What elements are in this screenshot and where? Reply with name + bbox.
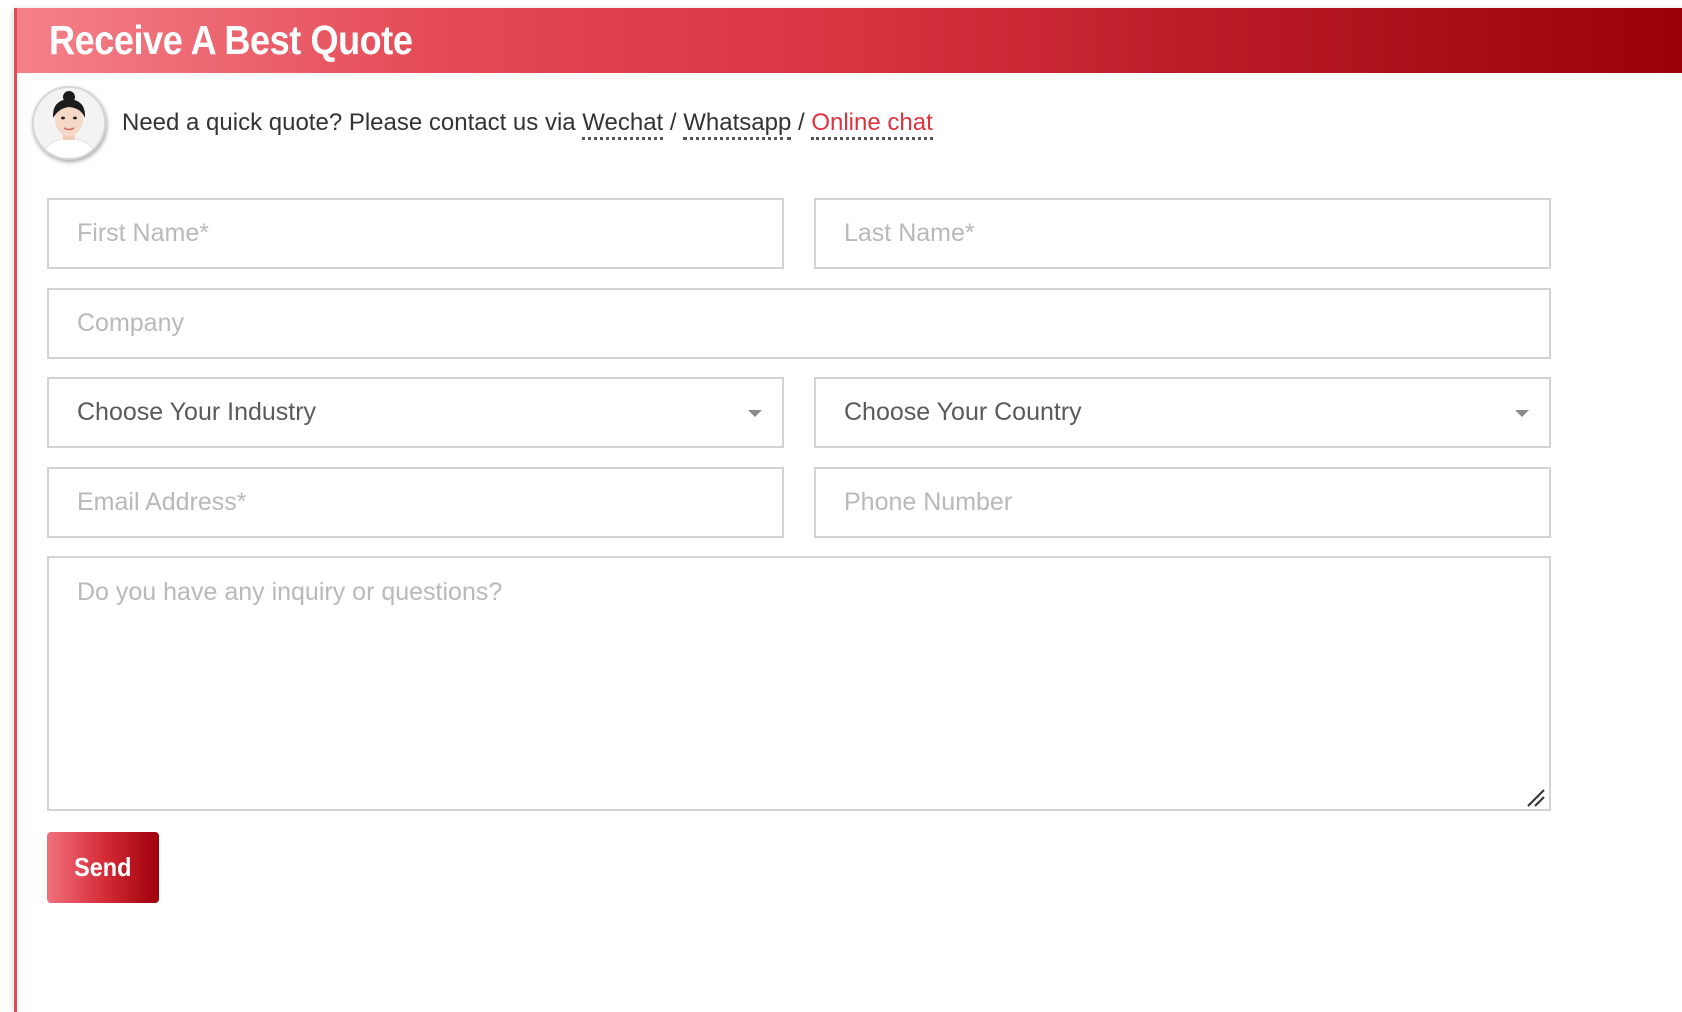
industry-select-value: Choose Your Industry — [77, 398, 317, 426]
resize-grip-icon[interactable] — [1524, 786, 1546, 808]
email-input[interactable] — [47, 467, 784, 538]
contact-row: Need a quick quote? Please contact us vi… — [32, 86, 933, 160]
country-select-value: Choose Your Country — [844, 398, 1082, 426]
message-textarea[interactable] — [47, 556, 1551, 811]
first-name-input[interactable] — [47, 198, 784, 269]
whatsapp-link[interactable]: Whatsapp — [683, 109, 792, 140]
contact-text: Need a quick quote? Please contact us vi… — [122, 109, 933, 140]
chevron-down-icon — [1515, 409, 1529, 417]
form-title: Receive A Best Quote — [49, 17, 413, 63]
company-input[interactable] — [47, 288, 1551, 359]
separator: / — [669, 109, 677, 136]
avatar — [32, 86, 106, 160]
last-name-input[interactable] — [814, 198, 1551, 269]
industry-select[interactable]: Choose Your Industry — [47, 377, 784, 448]
contact-intro: Need a quick quote? Please contact us vi… — [122, 109, 576, 136]
send-button[interactable]: Send — [47, 832, 159, 903]
online-chat-link[interactable]: Online chat — [811, 109, 933, 140]
separator: / — [797, 109, 805, 136]
wechat-link[interactable]: Wechat — [582, 109, 664, 140]
chevron-down-icon — [748, 409, 762, 417]
phone-input[interactable] — [814, 467, 1551, 538]
send-button-label: Send — [74, 852, 132, 882]
form-header: Receive A Best Quote — [17, 8, 1682, 73]
country-select[interactable]: Choose Your Country — [814, 377, 1551, 448]
